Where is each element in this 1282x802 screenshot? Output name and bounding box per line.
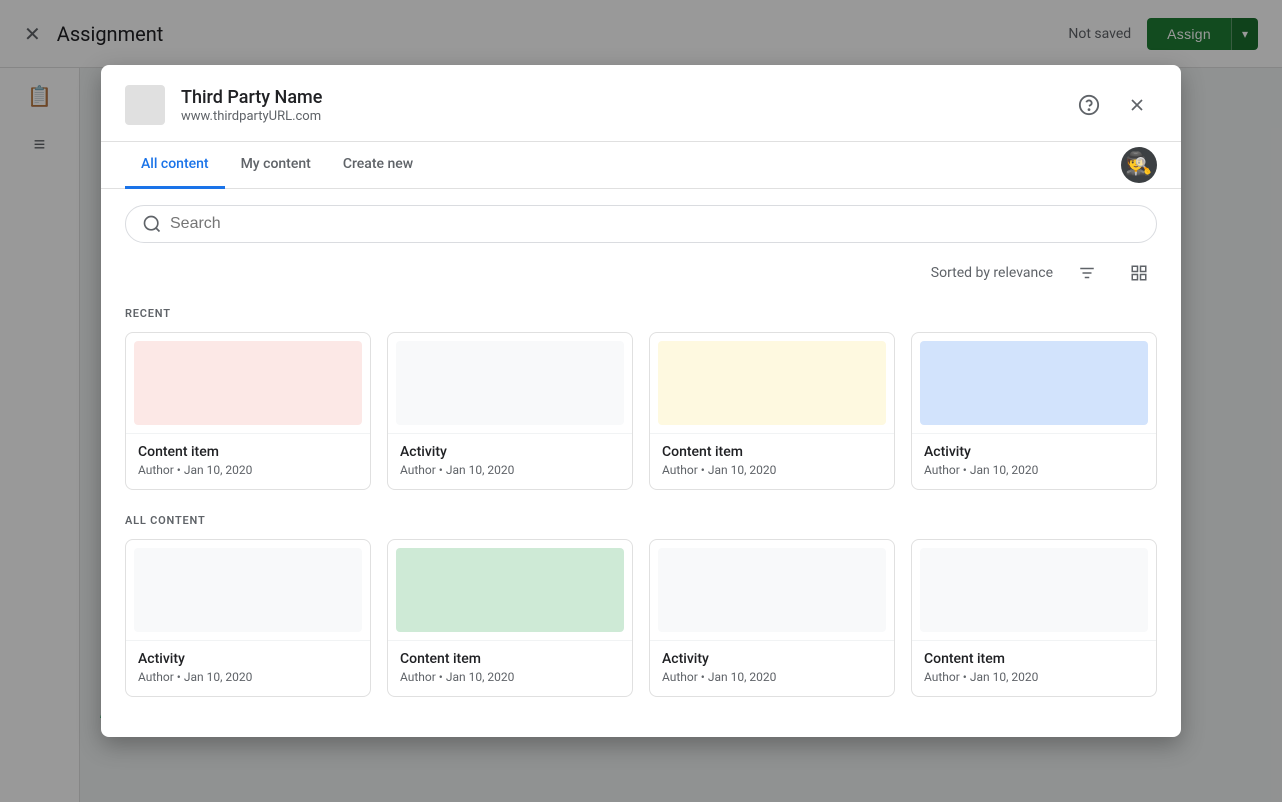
card-title-2: Activity <box>400 444 620 460</box>
card-all-2[interactable]: Content item Author • Jan 10, 2020 <box>387 539 633 697</box>
thumb-image-a1 <box>134 548 362 632</box>
card-recent-2[interactable]: Activity Author • Jan 10, 2020 <box>387 332 633 490</box>
modal-close-button[interactable] <box>1117 85 1157 125</box>
card-thumb-a3 <box>650 540 894 640</box>
card-recent-4[interactable]: Activity Author • Jan 10, 2020 <box>911 332 1157 490</box>
thumb-image-4 <box>920 341 1148 425</box>
tab-my-content[interactable]: My content <box>225 142 327 189</box>
modal-header: Third Party Name www.thirdpartyURL.com <box>101 65 1181 142</box>
card-info-a1: Activity Author • Jan 10, 2020 <box>126 640 370 696</box>
card-recent-3[interactable]: Content item Author • Jan 10, 2020 <box>649 332 895 490</box>
all-content-section-label: ALL CONTENT <box>125 514 1157 527</box>
modal-overlay: Third Party Name www.thirdpartyURL.com <box>0 0 1282 802</box>
third-party-logo <box>125 85 165 125</box>
card-meta-4: Author • Jan 10, 2020 <box>924 463 1144 477</box>
modal-title: Third Party Name <box>181 86 1069 109</box>
card-info-a4: Content item Author • Jan 10, 2020 <box>912 640 1156 696</box>
card-thumb-a4 <box>912 540 1156 640</box>
modal-dialog: Third Party Name www.thirdpartyURL.com <box>101 65 1181 737</box>
card-title-4: Activity <box>924 444 1144 460</box>
card-thumb-4 <box>912 333 1156 433</box>
card-meta-a1: Author • Jan 10, 2020 <box>138 670 358 684</box>
recent-cards-grid: Content item Author • Jan 10, 2020 Activ… <box>125 332 1157 490</box>
card-title-3: Content item <box>662 444 882 460</box>
search-bar <box>125 205 1157 243</box>
thumb-image-a4 <box>920 548 1148 632</box>
card-info-4: Activity Author • Jan 10, 2020 <box>912 433 1156 489</box>
help-button[interactable] <box>1069 85 1109 125</box>
modal-body: RECENT Content item Author • Jan 10, 202… <box>101 291 1181 737</box>
thumb-image-a3 <box>658 548 886 632</box>
card-meta-a4: Author • Jan 10, 2020 <box>924 670 1144 684</box>
search-icon <box>142 214 162 234</box>
user-avatar[interactable]: 🕵️ <box>1121 147 1157 183</box>
thumb-image-1 <box>134 341 362 425</box>
card-meta-a2: Author • Jan 10, 2020 <box>400 670 620 684</box>
thumb-image-a2 <box>396 548 624 632</box>
grid-view-button[interactable] <box>1121 255 1157 291</box>
search-input[interactable] <box>170 215 1140 233</box>
card-info-a2: Content item Author • Jan 10, 2020 <box>388 640 632 696</box>
card-thumb-2 <box>388 333 632 433</box>
card-info-3: Content item Author • Jan 10, 2020 <box>650 433 894 489</box>
sort-area: Sorted by relevance <box>101 243 1181 291</box>
modal-tabs: All content My content Create new 🕵️ <box>101 142 1181 189</box>
card-title-a2: Content item <box>400 651 620 667</box>
thumb-image-2 <box>396 341 624 425</box>
sort-button[interactable] <box>1069 255 1105 291</box>
card-all-1[interactable]: Activity Author • Jan 10, 2020 <box>125 539 371 697</box>
card-meta-2: Author • Jan 10, 2020 <box>400 463 620 477</box>
all-content-cards-grid: Activity Author • Jan 10, 2020 Content i… <box>125 539 1157 697</box>
card-meta-a3: Author • Jan 10, 2020 <box>662 670 882 684</box>
card-meta-1: Author • Jan 10, 2020 <box>138 463 358 477</box>
card-all-3[interactable]: Activity Author • Jan 10, 2020 <box>649 539 895 697</box>
card-info-a3: Activity Author • Jan 10, 2020 <box>650 640 894 696</box>
modal-header-actions <box>1069 85 1157 125</box>
modal-title-group: Third Party Name www.thirdpartyURL.com <box>181 86 1069 124</box>
card-title-a3: Activity <box>662 651 882 667</box>
card-thumb-a1 <box>126 540 370 640</box>
modal-url: www.thirdpartyURL.com <box>181 109 1069 124</box>
card-title-1: Content item <box>138 444 358 460</box>
card-all-4[interactable]: Content item Author • Jan 10, 2020 <box>911 539 1157 697</box>
card-thumb-1 <box>126 333 370 433</box>
card-thumb-a2 <box>388 540 632 640</box>
card-thumb-3 <box>650 333 894 433</box>
card-meta-3: Author • Jan 10, 2020 <box>662 463 882 477</box>
search-area <box>101 189 1181 243</box>
sort-label: Sorted by relevance <box>931 265 1053 281</box>
card-title-a4: Content item <box>924 651 1144 667</box>
tab-all-content[interactable]: All content <box>125 142 225 189</box>
card-info-1: Content item Author • Jan 10, 2020 <box>126 433 370 489</box>
avatar-emoji: 🕵️ <box>1125 154 1152 176</box>
card-recent-1[interactable]: Content item Author • Jan 10, 2020 <box>125 332 371 490</box>
tab-create-new[interactable]: Create new <box>327 142 429 189</box>
thumb-image-3 <box>658 341 886 425</box>
recent-section-label: RECENT <box>125 307 1157 320</box>
card-info-2: Activity Author • Jan 10, 2020 <box>388 433 632 489</box>
card-title-a1: Activity <box>138 651 358 667</box>
